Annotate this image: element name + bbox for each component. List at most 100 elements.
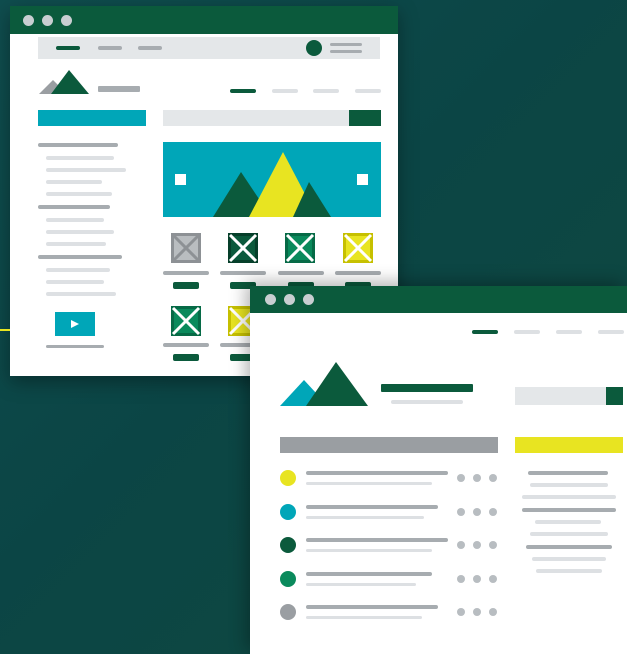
more-dots-icon[interactable] bbox=[489, 474, 497, 482]
window-control-dot-icon[interactable] bbox=[303, 294, 314, 305]
play-icon bbox=[71, 320, 79, 328]
sidebar-line bbox=[526, 545, 612, 549]
list-item-title bbox=[306, 572, 432, 576]
more-dots-icon[interactable] bbox=[457, 608, 465, 616]
list-header-bar bbox=[280, 437, 498, 453]
sidebar-header-block bbox=[515, 437, 623, 453]
thumbnail-caption bbox=[335, 271, 381, 275]
image-placeholder-icon[interactable] bbox=[171, 306, 201, 336]
search-button[interactable] bbox=[349, 110, 381, 126]
front-nav-item[interactable] bbox=[514, 330, 540, 334]
image-placeholder-icon[interactable] bbox=[228, 233, 258, 263]
sidebar-link[interactable] bbox=[46, 268, 110, 272]
more-dots-icon[interactable] bbox=[457, 575, 465, 583]
sidebar-line[interactable] bbox=[522, 495, 616, 499]
sidebar-link[interactable] bbox=[46, 242, 106, 246]
sidebar-link[interactable] bbox=[46, 280, 104, 284]
more-dots-icon[interactable] bbox=[473, 508, 481, 516]
more-dots-icon[interactable] bbox=[489, 541, 497, 549]
sidebar-line[interactable] bbox=[530, 532, 608, 536]
window-control-dot-icon[interactable] bbox=[284, 294, 295, 305]
thumbnail-action-button[interactable] bbox=[173, 354, 199, 361]
sidebar-line[interactable] bbox=[536, 569, 602, 573]
sidebar-line[interactable] bbox=[532, 557, 606, 561]
more-dots-icon[interactable] bbox=[457, 474, 465, 482]
image-placeholder-icon[interactable] bbox=[285, 233, 315, 263]
circle-bullet-icon bbox=[280, 470, 296, 486]
sidebar-heading-line bbox=[38, 143, 118, 147]
sidebar-heading-line bbox=[38, 255, 122, 259]
more-dots-icon[interactable] bbox=[489, 575, 497, 583]
more-dots-icon[interactable] bbox=[489, 508, 497, 516]
sidebar-line bbox=[528, 471, 608, 475]
sidebar-link[interactable] bbox=[46, 180, 102, 184]
top-nav-item-active[interactable] bbox=[56, 46, 80, 50]
sidebar-link[interactable] bbox=[46, 218, 104, 222]
front-window-titlebar bbox=[250, 286, 627, 313]
video-caption bbox=[46, 345, 104, 348]
carousel-next-arrow-icon bbox=[357, 174, 368, 185]
sidebar-link[interactable] bbox=[46, 230, 114, 234]
list-item-title bbox=[306, 505, 438, 509]
more-dots-icon[interactable] bbox=[473, 575, 481, 583]
sidebar-line[interactable] bbox=[535, 520, 601, 524]
search-input[interactable] bbox=[163, 110, 349, 126]
window-control-dot-icon[interactable] bbox=[61, 15, 72, 26]
logo-wordmark-placeholder bbox=[98, 86, 140, 92]
user-name-placeholder bbox=[330, 50, 362, 53]
more-dots-icon[interactable] bbox=[473, 608, 481, 616]
image-placeholder-icon[interactable] bbox=[171, 233, 201, 263]
sidebar-line bbox=[522, 508, 616, 512]
sidebar-header-block bbox=[38, 110, 146, 126]
thumbnail-caption bbox=[278, 271, 324, 275]
site-title-placeholder bbox=[381, 384, 473, 392]
list-item-title bbox=[306, 605, 438, 609]
sidebar-link[interactable] bbox=[46, 192, 112, 196]
user-avatar-icon[interactable] bbox=[306, 40, 322, 56]
list-item-title bbox=[306, 471, 448, 475]
front-browser-window bbox=[250, 286, 627, 654]
window-control-dot-icon[interactable] bbox=[23, 15, 34, 26]
mountain-logo-icon[interactable] bbox=[39, 68, 91, 94]
list-item-subtitle bbox=[306, 616, 422, 619]
window-control-dot-icon[interactable] bbox=[42, 15, 53, 26]
user-name-placeholder bbox=[330, 43, 362, 46]
more-dots-icon[interactable] bbox=[489, 608, 497, 616]
front-nav-item[interactable] bbox=[556, 330, 582, 334]
search-input[interactable] bbox=[515, 387, 606, 405]
more-dots-icon[interactable] bbox=[457, 508, 465, 516]
thumbnail-action-button[interactable] bbox=[173, 282, 199, 289]
main-nav-item[interactable] bbox=[313, 89, 339, 93]
main-nav-item[interactable] bbox=[272, 89, 298, 93]
sidebar-heading-line bbox=[38, 205, 110, 209]
carousel-prev-arrow-icon bbox=[175, 174, 186, 185]
decorative-accent-line bbox=[0, 329, 10, 331]
circle-bullet-icon bbox=[280, 604, 296, 620]
video-play-button[interactable] bbox=[55, 312, 95, 336]
sidebar-link[interactable] bbox=[46, 156, 114, 160]
search-button[interactable] bbox=[606, 387, 623, 405]
sidebar-link[interactable] bbox=[46, 292, 116, 296]
hero-banner-image[interactable] bbox=[163, 142, 381, 217]
thumbnail-caption bbox=[163, 343, 209, 347]
main-nav-item[interactable] bbox=[355, 89, 381, 93]
window-control-dot-icon[interactable] bbox=[265, 294, 276, 305]
front-nav-item[interactable] bbox=[598, 330, 624, 334]
list-item-subtitle bbox=[306, 583, 416, 586]
front-nav-item-active[interactable] bbox=[472, 330, 498, 334]
sidebar-line[interactable] bbox=[530, 483, 608, 487]
more-dots-icon[interactable] bbox=[457, 541, 465, 549]
more-dots-icon[interactable] bbox=[473, 541, 481, 549]
circle-bullet-icon bbox=[280, 537, 296, 553]
main-nav-item-active[interactable] bbox=[230, 89, 256, 93]
circle-bullet-icon bbox=[280, 504, 296, 520]
back-window-top-bar bbox=[38, 37, 380, 59]
top-nav-item[interactable] bbox=[98, 46, 122, 50]
more-dots-icon[interactable] bbox=[473, 474, 481, 482]
top-nav-item[interactable] bbox=[138, 46, 162, 50]
sidebar-link[interactable] bbox=[46, 168, 126, 172]
image-placeholder-icon[interactable] bbox=[343, 233, 373, 263]
thumbnail-caption bbox=[220, 271, 266, 275]
mountain-logo-icon[interactable] bbox=[280, 360, 368, 406]
list-item-subtitle bbox=[306, 549, 432, 552]
